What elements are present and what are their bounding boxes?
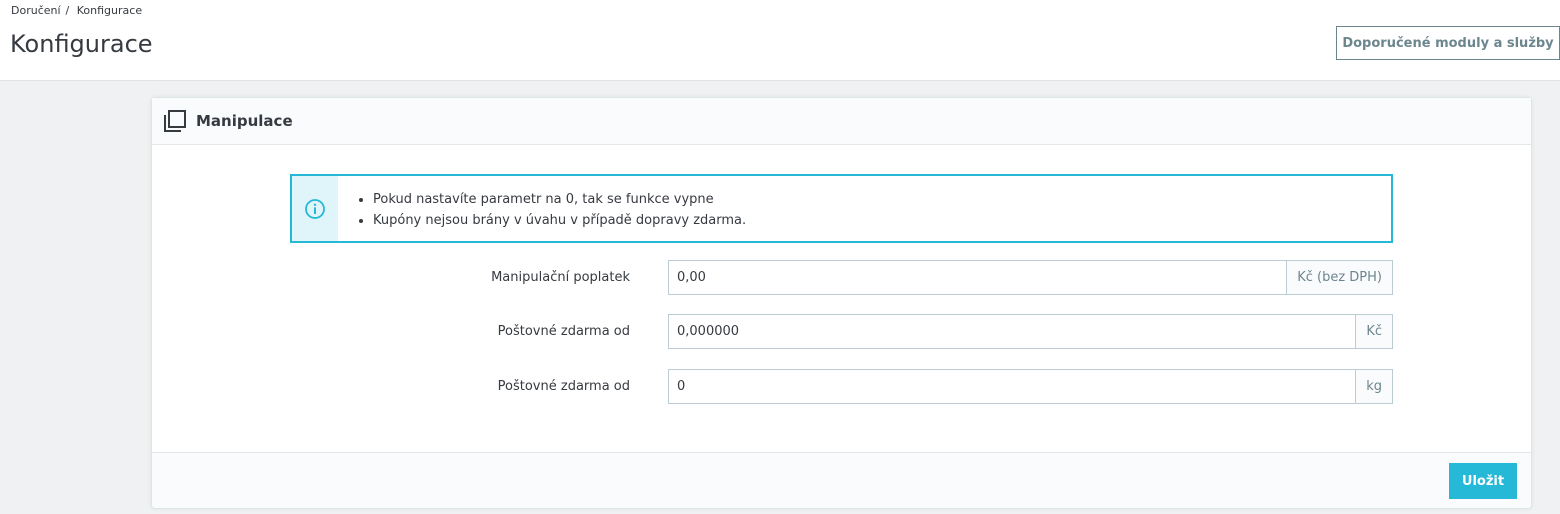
panel-title: Manipulace bbox=[196, 112, 293, 130]
recommended-modules-button[interactable]: Doporučené moduly a služby bbox=[1336, 26, 1560, 60]
free-shipping-price-label: Poštovné zdarma od bbox=[497, 324, 630, 339]
free-shipping-price-input[interactable] bbox=[669, 315, 1356, 348]
save-button[interactable]: Uložit bbox=[1449, 463, 1517, 499]
alert-item: Pokud nastavíte parametr na 0, tak se fu… bbox=[373, 189, 746, 210]
info-alert: Pokud nastavíte parametr na 0, tak se fu… bbox=[290, 174, 1393, 243]
copy-window-icon bbox=[164, 110, 186, 132]
breadcrumb-item-konfigurace: Konfigurace bbox=[76, 4, 143, 17]
breadcrumb-separator: / bbox=[65, 4, 70, 17]
currency-addon: Kč (bez DPH) bbox=[1286, 261, 1392, 294]
weight-unit-addon: kg bbox=[1355, 370, 1392, 403]
panel-heading: Manipulace bbox=[152, 98, 1531, 145]
page-title: Konfigurace bbox=[10, 30, 153, 58]
breadcrumb-item-doruceni[interactable]: Doručení bbox=[11, 4, 61, 17]
handling-fee-label: Manipulační poplatek bbox=[491, 270, 630, 285]
panel-footer: Uložit bbox=[152, 452, 1531, 508]
handling-fee-input-group: Kč (bez DPH) bbox=[668, 260, 1393, 295]
alert-icon-column bbox=[292, 176, 338, 241]
free-shipping-price-input-group: Kč bbox=[668, 314, 1393, 349]
currency-addon: Kč bbox=[1355, 315, 1392, 348]
alert-item: Kupóny nejsou brány v úvahu v případě do… bbox=[373, 210, 746, 231]
page-header: Doručení / Konfigurace Konfigurace Doporu… bbox=[0, 0, 1560, 81]
form-row-free-shipping-price: Poštovné zdarma od Kč bbox=[152, 314, 1533, 349]
breadcrumb: Doručení / Konfigurace bbox=[11, 4, 142, 17]
form-row-handling-fee: Manipulační poplatek Kč (bez DPH) bbox=[152, 260, 1533, 295]
form-row-free-shipping-weight: Poštovné zdarma od kg bbox=[152, 369, 1533, 404]
alert-list: Pokud nastavíte parametr na 0, tak se fu… bbox=[338, 176, 746, 241]
free-shipping-weight-input[interactable] bbox=[669, 370, 1356, 403]
free-shipping-weight-label: Poštovné zdarma od bbox=[497, 379, 630, 394]
info-circle-icon bbox=[305, 198, 325, 219]
free-shipping-weight-input-group: kg bbox=[668, 369, 1393, 404]
handling-panel: Manipulace Pokud nastavíte parametr na 0… bbox=[151, 97, 1532, 509]
handling-fee-input[interactable] bbox=[669, 261, 1287, 294]
